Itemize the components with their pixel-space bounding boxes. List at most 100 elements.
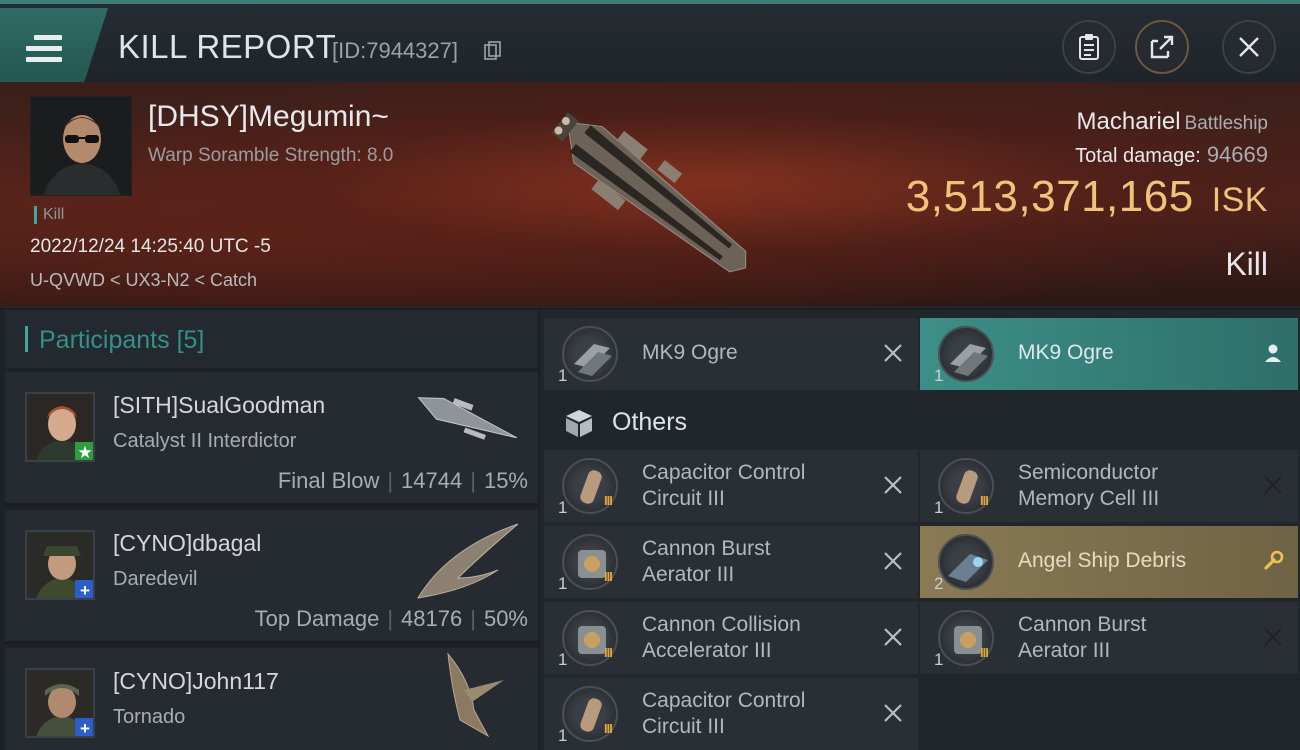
item-row[interactable]: III 1 Cannon Burst Aerator III: [544, 526, 918, 598]
item-quantity: 1: [934, 498, 944, 517]
tier-badge: III: [980, 645, 989, 660]
item-name: Semiconductor Memory Cell III: [1018, 461, 1160, 510]
top-bar: KILL REPORT [ID:7944327]: [0, 0, 1300, 82]
menu-button[interactable]: [0, 8, 108, 82]
clipboard-icon: [1079, 34, 1099, 60]
star-badge-icon: ★: [75, 442, 93, 460]
others-section-header: Others: [540, 400, 1300, 444]
participant-name: [SITH]SualGoodman: [113, 392, 326, 418]
participant-damage: 48176: [401, 606, 463, 631]
victim-ship: Machariel Battleship: [1077, 108, 1269, 136]
participant-role: Top Damage: [254, 606, 380, 631]
item-name: Cannon Burst Aerator III: [1018, 613, 1147, 662]
person-icon: [1265, 344, 1281, 362]
item-name: Cannon Burst Aerator III: [642, 537, 771, 586]
participant-card[interactable]: + [CYNO]John117 Tornado: [5, 648, 538, 750]
share-button[interactable]: [1135, 20, 1189, 74]
item-row-debris[interactable]: 2 Angel Ship Debris: [920, 526, 1298, 598]
share-export-icon: [1150, 35, 1174, 59]
item-name: Capacitor Control Circuit III: [642, 689, 806, 738]
destroyed-x-icon: [1264, 628, 1282, 646]
isk-value: 3,513,371,165 ISK: [906, 172, 1268, 222]
item-row[interactable]: 1 MK9 Ogre: [544, 318, 918, 390]
kill-datetime: 2022/12/24 14:25:40 UTC -5: [30, 236, 271, 257]
participant-ship-image: [417, 397, 518, 440]
cube-icon: [566, 410, 592, 437]
tier-badge: III: [604, 569, 613, 584]
participant-percent: 50%: [483, 606, 528, 631]
divider: |: [387, 468, 394, 493]
copy-icon[interactable]: [484, 41, 502, 61]
participant-card[interactable]: ★ [SITH]SualGoodman Catalyst II Interdic…: [5, 372, 538, 506]
item-name: Cannon Collision Accelerator III: [642, 613, 801, 662]
item-quantity: 1: [934, 650, 944, 669]
divider: |: [387, 606, 394, 631]
tier-badge: III: [980, 493, 989, 508]
tier-badge: III: [604, 721, 613, 736]
participant-ship: Catalyst II Interdictor: [113, 430, 297, 452]
participant-ship-image: [447, 652, 504, 738]
plus-badge-icon: +: [75, 580, 93, 598]
clipboard-button[interactable]: [1062, 20, 1116, 74]
item-quantity: 2: [934, 574, 944, 593]
hamburger-menu-icon: [26, 35, 62, 63]
participants-header: Participants [5]: [5, 310, 538, 368]
close-icon: [1239, 37, 1259, 57]
kill-result: Kill: [1225, 246, 1268, 282]
participant-role: Final Blow: [277, 468, 380, 493]
drone-icon: [562, 326, 618, 382]
divider: |: [470, 606, 476, 631]
isk-amount: 3,513,371,165: [905, 172, 1194, 221]
item-row[interactable]: III 1 Capacitor Control Circuit III: [544, 678, 918, 750]
participant-stats: Top Damage | 48176 | 50%: [255, 606, 528, 632]
tier-badge: III: [604, 645, 613, 660]
total-damage: Total damage: 94669: [1075, 142, 1268, 168]
close-button[interactable]: [1222, 20, 1276, 74]
others-label: Others: [612, 408, 688, 436]
total-damage-value: 94669: [1206, 142, 1268, 167]
destroyed-x-icon: [884, 476, 902, 494]
destroyed-x-icon: [884, 344, 902, 362]
plus-badge-icon: +: [75, 718, 93, 736]
item-row[interactable]: III 1 Cannon Collision Accelerator III: [544, 602, 918, 674]
ship-name: Machariel: [1076, 108, 1181, 135]
participant-stats: Final Blow | 14744 | 15%: [278, 468, 528, 494]
participant-name: [CYNO]John117: [113, 668, 279, 694]
kill-tag: Kill: [34, 206, 64, 224]
victim-portrait[interactable]: [30, 96, 132, 196]
debris-icon: [938, 534, 994, 590]
participant-damage: 14744: [401, 468, 463, 493]
victim-name[interactable]: [DHSY]Megumin~: [148, 100, 389, 134]
item-quantity: 1: [558, 574, 568, 593]
item-row[interactable]: III 1 Cannon Burst Aerator III: [920, 602, 1298, 674]
item-quantity: 1: [558, 498, 568, 517]
participant-card[interactable]: + [CYNO]dbagal Daredevil Top Damage | 481…: [5, 510, 538, 644]
victim-ship-image[interactable]: [530, 92, 780, 302]
avatar[interactable]: +: [25, 530, 95, 600]
participants-title: Participants [5]: [39, 326, 205, 354]
destroyed-x-icon: [884, 552, 902, 570]
page-title: KILL REPORT: [118, 28, 337, 65]
item-name: Capacitor Control Circuit III: [642, 461, 806, 510]
wrench-icon: [1264, 550, 1284, 570]
kill-location[interactable]: U-QVWD < UX3-N2 < Catch: [30, 270, 257, 291]
item-name: MK9 Ogre: [1018, 341, 1114, 364]
items-panel: 1 MK9 Ogre 1 MK9 Ogre Others III 1 Capac…: [540, 310, 1300, 750]
participants-count: [5]: [176, 326, 205, 354]
divider: |: [470, 468, 476, 493]
item-quantity: 1: [558, 366, 568, 385]
ship-class: Battleship: [1184, 113, 1268, 134]
drone-icon: [938, 326, 994, 382]
tier-badge: III: [604, 493, 613, 508]
destroyed-x-icon: [884, 628, 902, 646]
item-row-dropped[interactable]: 1 MK9 Ogre: [920, 318, 1298, 390]
avatar[interactable]: ★: [25, 392, 95, 462]
avatar[interactable]: +: [25, 668, 95, 738]
isk-currency: ISK: [1211, 181, 1268, 219]
participant-ship: Tornado: [113, 706, 186, 728]
item-row[interactable]: III 1 Semiconductor Memory Cell III: [920, 450, 1298, 522]
item-quantity: 1: [558, 726, 568, 745]
participant-ship-image: [417, 523, 519, 599]
destroyed-x-icon: [1264, 476, 1282, 494]
item-row[interactable]: III 1 Capacitor Control Circuit III: [544, 450, 918, 522]
